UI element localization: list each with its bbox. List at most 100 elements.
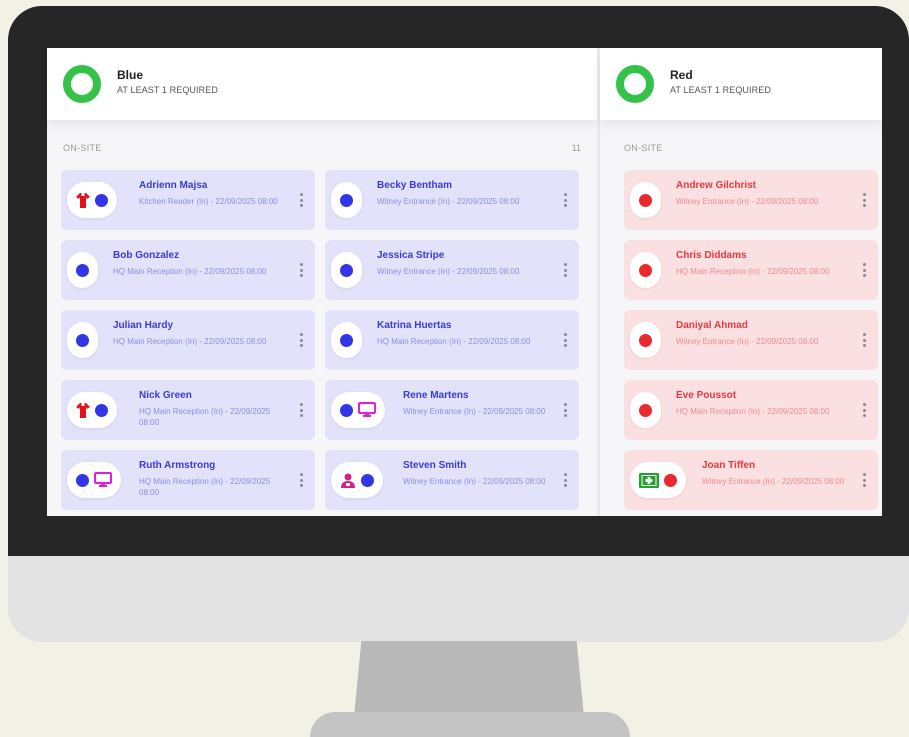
person-name: Joan Tiffen [702, 460, 756, 471]
fire-warden-vest-icon [76, 192, 90, 208]
blue-status-dot-icon [76, 333, 89, 347]
more-options-icon[interactable] [299, 333, 303, 347]
person-name: Andrew Gilchrist [676, 180, 757, 191]
more-options-icon[interactable] [862, 333, 866, 347]
more-options-icon[interactable] [563, 333, 567, 347]
person-entry-detail: Witney Entrance (In) - 22/09/2025 08:00 [403, 407, 546, 416]
person-entry-detail: Witney Entrance (In) - 22/09/2025 08:00 [377, 197, 520, 206]
more-options-icon[interactable] [299, 473, 303, 487]
blue-status-dot-icon [340, 263, 353, 277]
red-status-dot-icon [664, 473, 677, 487]
group-column-red: Red AT LEAST 1 REQUIRED ON-SITE Andrew G… [600, 48, 882, 516]
person-card[interactable]: Jessica Stripe Witney Entrance (In) - 22/… [325, 240, 579, 300]
person-name: Ruth Armstrong [139, 460, 216, 471]
status-pill [630, 252, 661, 288]
status-pill [67, 252, 98, 288]
person-entry-detail: Witney Entrance (In) - 22/09/2025 08:00 [676, 197, 819, 206]
remote-monitor-icon [94, 472, 112, 488]
person-name: Jessica Stripe [377, 250, 445, 261]
more-options-icon[interactable] [563, 263, 567, 277]
status-pill [67, 392, 117, 428]
person-entry-detail: Witney Entrance (In) - 22/09/2025 08:00 [377, 267, 520, 276]
group-header-blue: Blue AT LEAST 1 REQUIRED [47, 48, 597, 120]
person-entry-detail: HQ Main Reception (In) - 22/09/2025 08:0… [113, 267, 267, 276]
blue-status-dot-icon [340, 193, 353, 207]
person-name: Daniyal Ahmad [676, 320, 748, 331]
first-aid-kit-icon [639, 472, 659, 488]
status-ring-icon [63, 65, 101, 103]
group-column-blue: Blue AT LEAST 1 REQUIRED ON-SITE 11 Adri… [47, 48, 597, 516]
person-name: Adrienn Majsa [139, 180, 208, 191]
person-card[interactable]: Eve Poussot HQ Main Reception (In) - 22/0… [624, 380, 878, 440]
person-name: Eve Poussot [676, 390, 737, 401]
fire-warden-vest-icon [76, 402, 90, 418]
status-pill [331, 182, 362, 218]
more-options-icon[interactable] [862, 473, 866, 487]
more-options-icon[interactable] [862, 263, 866, 277]
person-card[interactable]: Bob Gonzalez HQ Main Reception (In) - 22/… [61, 240, 315, 300]
person-entry-detail: Kitchen Reader (In) - 22/09/2025 08:00 [139, 197, 278, 206]
person-card[interactable]: Katrina Huertas HQ Main Reception (In) - … [325, 310, 579, 370]
remote-monitor-icon [358, 402, 376, 418]
group-requirement: AT LEAST 1 REQUIRED [117, 85, 218, 95]
person-name: Katrina Huertas [377, 320, 452, 331]
person-card[interactable]: Daniyal Ahmad Witney Entrance (In) - 22/0… [624, 310, 878, 370]
person-entry-detail: HQ Main Reception (In) - 22/09/2025 08:0… [139, 477, 271, 497]
person-card[interactable]: Chris Diddams HQ Main Reception (In) - 22… [624, 240, 878, 300]
status-pill [630, 392, 661, 428]
person-card[interactable]: Steven Smith Witney Entrance (In) - 22/09… [325, 450, 579, 510]
more-options-icon[interactable] [862, 403, 866, 417]
group-title: Blue [117, 68, 144, 82]
blue-status-dot-icon [76, 473, 89, 487]
red-status-dot-icon [639, 403, 652, 417]
app-screen: Blue AT LEAST 1 REQUIRED ON-SITE 11 Adri… [47, 48, 882, 516]
blue-status-dot-icon [340, 333, 353, 347]
more-options-icon[interactable] [563, 193, 567, 207]
person-entry-detail: HQ Main Reception (In) - 22/09/2025 08:0… [676, 267, 830, 276]
status-pill [67, 182, 117, 218]
more-options-icon[interactable] [862, 193, 866, 207]
person-name: Bob Gonzalez [113, 250, 180, 261]
status-pill [630, 322, 661, 358]
more-options-icon[interactable] [299, 193, 303, 207]
person-card[interactable]: Nick Green HQ Main Reception (In) - 22/09… [61, 380, 315, 440]
status-pill [331, 392, 385, 428]
blue-status-dot-icon [95, 193, 108, 207]
more-options-icon[interactable] [563, 473, 567, 487]
red-status-dot-icon [639, 193, 652, 207]
person-entry-detail: Witney Entrance (In) - 22/09/2025 08:00 [676, 337, 819, 346]
section-count: 11 [571, 143, 581, 153]
person-card[interactable]: Rene Martens Witney Entrance (In) - 22/09… [325, 380, 579, 440]
person-entry-detail: HQ Main Reception (In) - 22/09/2025 08:0… [113, 337, 267, 346]
status-pill [67, 462, 121, 498]
person-name: Becky Bentham [377, 180, 453, 191]
status-pill [630, 182, 661, 218]
person-entry-detail: HQ Main Reception (In) - 22/09/2025 08:0… [377, 337, 531, 346]
person-card[interactable]: Adrienn Majsa Kitchen Reader (In) - 22/09… [61, 170, 315, 230]
more-options-icon[interactable] [299, 403, 303, 417]
person-card[interactable]: Becky Bentham Witney Entrance (In) - 22/0… [325, 170, 579, 230]
person-card[interactable]: Ruth Armstrong HQ Main Reception (In) - 2… [61, 450, 315, 510]
person-entry-detail: HQ Main Reception (In) - 22/09/2025 08:0… [139, 407, 271, 427]
person-name: Steven Smith [403, 460, 467, 471]
person-card[interactable]: Joan Tiffen Witney Entrance (In) - 22/09/… [624, 450, 878, 510]
blue-status-dot-icon [340, 403, 353, 417]
person-entry-detail: Witney Entrance (In) - 22/09/2025 08:00 [702, 477, 845, 486]
monitor-chin [8, 556, 909, 642]
person-card[interactable]: Andrew Gilchrist Witney Entrance (In) - 2… [624, 170, 878, 230]
person-entry-detail: Witney Entrance (In) - 22/09/2025 08:00 [403, 477, 546, 486]
status-pill [630, 462, 686, 498]
blue-status-dot-icon [95, 403, 108, 417]
person-name: Rene Martens [403, 390, 469, 401]
blue-status-dot-icon [76, 263, 89, 277]
status-ring-icon [616, 65, 654, 103]
more-options-icon[interactable] [563, 403, 567, 417]
red-status-dot-icon [639, 263, 652, 277]
person-name: Julian Hardy [113, 320, 174, 331]
group-header-red: Red AT LEAST 1 REQUIRED [600, 48, 882, 120]
person-card[interactable]: Julian Hardy HQ Main Reception (In) - 22/… [61, 310, 315, 370]
section-label: ON-SITE [624, 143, 663, 153]
more-options-icon[interactable] [299, 263, 303, 277]
blue-status-dot-icon [361, 473, 374, 487]
status-pill [331, 322, 362, 358]
